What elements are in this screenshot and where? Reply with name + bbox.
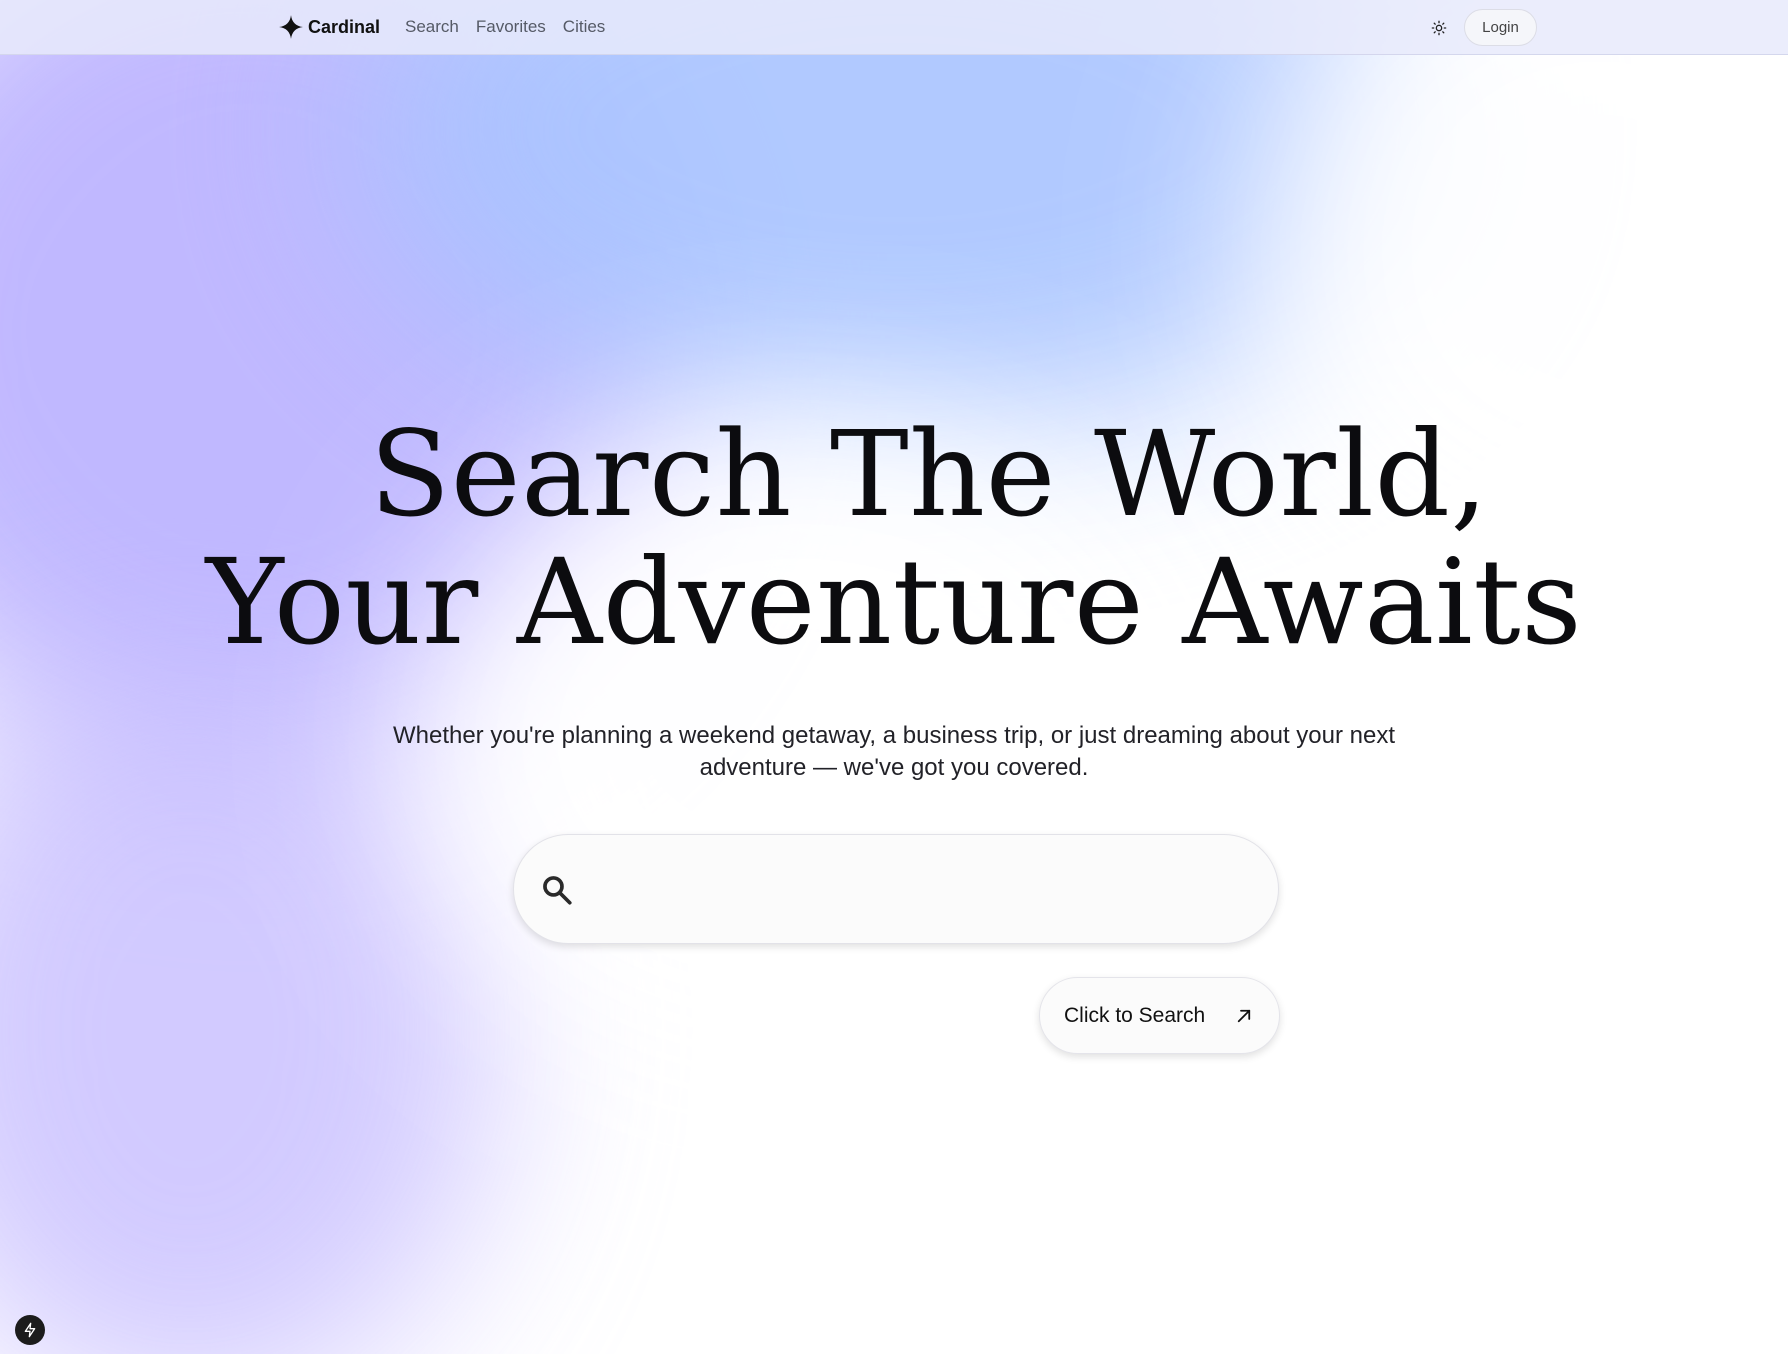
sun-icon xyxy=(1431,20,1447,36)
background-gradient-blue xyxy=(350,0,1450,440)
brand-logo[interactable]: Cardinal xyxy=(278,14,380,40)
lightning-icon xyxy=(24,1322,36,1338)
login-button[interactable]: Login xyxy=(1464,9,1537,46)
search-icon xyxy=(543,876,572,905)
search-bar[interactable] xyxy=(513,834,1279,944)
search-input[interactable] xyxy=(600,855,1240,925)
sparkle-icon xyxy=(279,15,303,39)
click-to-search-button[interactable]: Click to Search xyxy=(1039,977,1280,1054)
brand-name: Cardinal xyxy=(308,16,381,37)
nav-link-cities[interactable]: Cities xyxy=(563,17,606,37)
nav-link-search[interactable]: Search xyxy=(405,17,459,37)
top-nav: Cardinal Search Favorites Cities Login xyxy=(0,0,1788,55)
page: Cardinal Search Favorites Cities Login S… xyxy=(0,0,1788,1354)
nav-links: Search Favorites Cities xyxy=(405,17,605,37)
hero-subtitle: Whether you're planning a weekend getawa… xyxy=(392,722,1396,781)
hero-title: Search The World, Your Adventure Awaits xyxy=(0,410,1788,666)
devtools-badge[interactable] xyxy=(15,1315,45,1345)
nav-link-favorites[interactable]: Favorites xyxy=(476,17,546,37)
hero-title-line-2: Your Adventure Awaits xyxy=(205,533,1583,671)
click-to-search-label: Click to Search xyxy=(1064,1003,1206,1027)
hero-title-line-1: Search The World, xyxy=(369,405,1489,543)
arrow-up-right-icon xyxy=(1237,1009,1251,1023)
theme-toggle-button[interactable] xyxy=(1428,17,1450,39)
